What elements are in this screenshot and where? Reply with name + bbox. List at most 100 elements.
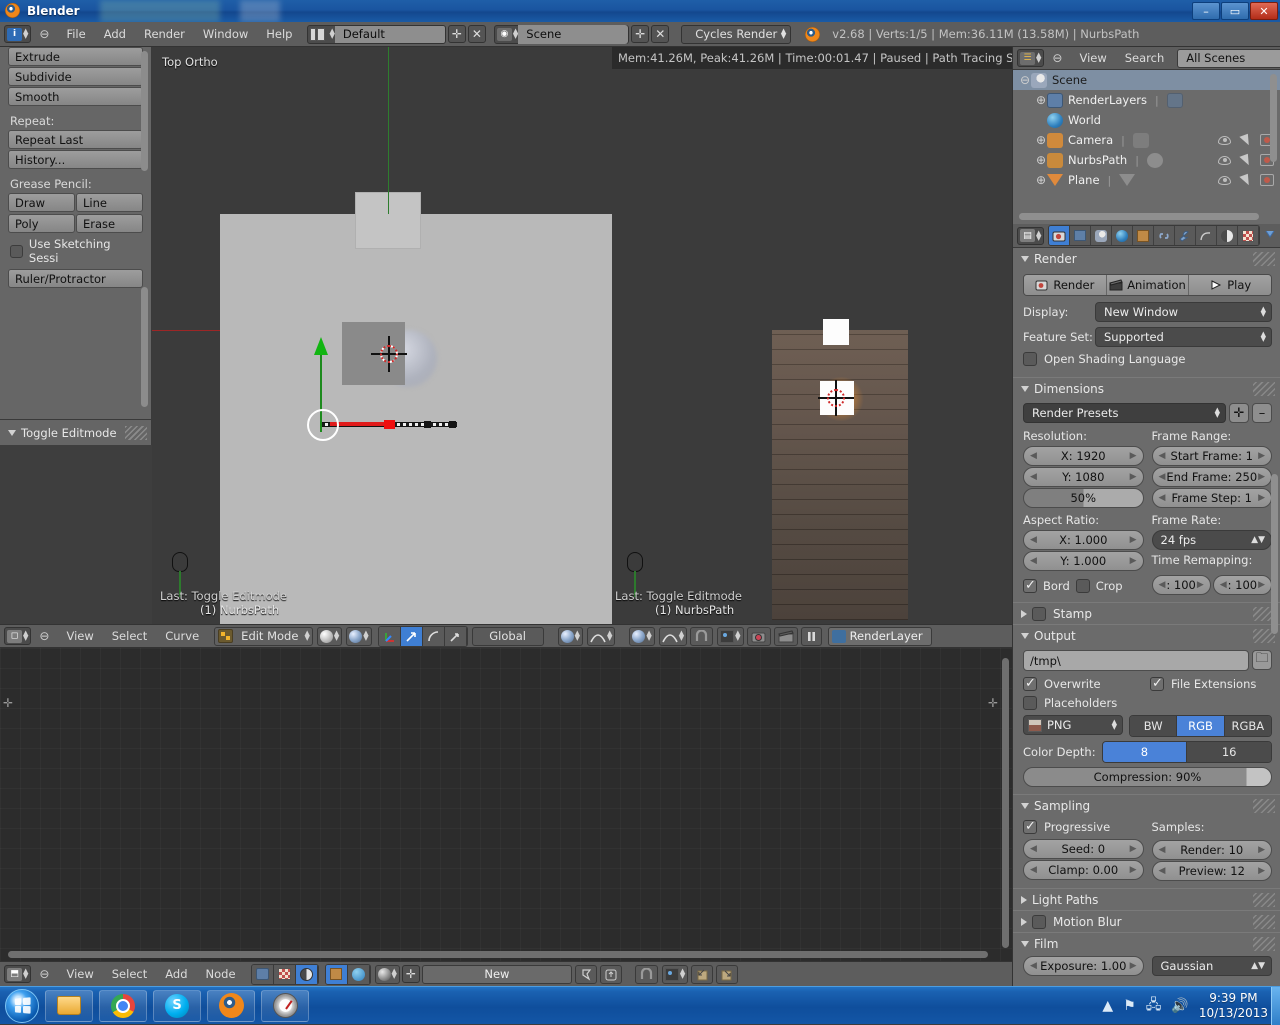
- lamp-object-icon[interactable]: [627, 552, 643, 597]
- tool-subdivide[interactable]: Subdivide: [8, 67, 143, 86]
- new-node-tree-plus-icon[interactable]: ✛: [401, 965, 420, 983]
- tool-ruler-protractor[interactable]: Ruler/Protractor: [8, 269, 143, 288]
- viewport-shading-selector[interactable]: ▲ ▼: [316, 626, 343, 646]
- pivot-point-selector[interactable]: ▲ ▼: [346, 626, 372, 646]
- viewport-editor-type-selector[interactable]: ◻ ▲ ▼: [4, 627, 32, 645]
- menu-help[interactable]: Help: [257, 27, 301, 41]
- seed-field[interactable]: ◀ Seed: 0 ▶: [1023, 839, 1144, 859]
- compression-slider[interactable]: Compression: 90%: [1023, 767, 1272, 787]
- control-point[interactable]: [449, 421, 456, 428]
- folder-icon[interactable]: 🗀: [1252, 650, 1272, 670]
- color-mode-rgba[interactable]: RGBA: [1224, 716, 1271, 736]
- node-menu-node[interactable]: Node: [197, 967, 245, 981]
- pin-node-tree-button[interactable]: [574, 964, 597, 984]
- color-depth-segment[interactable]: 8 16: [1101, 741, 1272, 763]
- render-layer-selector[interactable]: RenderLayer: [827, 626, 932, 646]
- play-render-button[interactable]: Play: [1189, 275, 1271, 295]
- resize-grip-icon[interactable]: [1253, 382, 1275, 396]
- taskbar-chrome[interactable]: [99, 989, 147, 1022]
- maximize-button[interactable]: ▭: [1221, 2, 1249, 20]
- tab-modifiers[interactable]: [1175, 226, 1197, 245]
- node-editor-type-selector[interactable]: ⬒ ▲ ▼: [4, 965, 32, 983]
- shader-nodes-icon[interactable]: [251, 964, 274, 984]
- node-menu-view[interactable]: View: [57, 967, 102, 981]
- outliner-hscrollbar[interactable]: [1019, 213, 1259, 220]
- preview-samples-field[interactable]: ◀ Preview: 12 ▶: [1151, 861, 1272, 881]
- gp-poly[interactable]: Poly: [8, 214, 75, 233]
- resolution-percent-slider[interactable]: 50%: [1023, 488, 1144, 508]
- menu-file[interactable]: File: [57, 27, 94, 41]
- node-toolbar-toggle-left[interactable]: ✛: [3, 696, 13, 710]
- file-format-select[interactable]: PNG ▲ ▼: [1023, 715, 1123, 735]
- control-point-selected[interactable]: [384, 420, 395, 429]
- outliner-editor-type-selector[interactable]: ☰ ▲ ▼: [1017, 49, 1045, 67]
- screen-layout-name[interactable]: Default: [334, 25, 445, 43]
- menu-render[interactable]: Render: [135, 27, 194, 41]
- render-image-button[interactable]: Render: [1024, 275, 1107, 295]
- collapse-menu-icon[interactable]: ⊖: [39, 27, 49, 41]
- border-checkbox[interactable]: [1023, 578, 1037, 593]
- expander-icon[interactable]: ⊕: [1035, 133, 1047, 147]
- world-context-icon[interactable]: [347, 964, 370, 984]
- outliner-scrollbar[interactable]: [1270, 74, 1277, 162]
- use-sketching-sessions-row[interactable]: Use Sketching Sessi: [10, 237, 143, 265]
- paste-button[interactable]: [716, 964, 739, 984]
- menu-add[interactable]: Add: [95, 27, 135, 41]
- properties-editor-type-selector[interactable]: ▤ ▲ ▼: [1017, 226, 1045, 245]
- render-animation-button[interactable]: Animation: [1106, 275, 1190, 295]
- node-tree-type-buttons[interactable]: [250, 963, 319, 985]
- resolution-y-field[interactable]: ◀ Y: 1080 ▶: [1023, 467, 1144, 487]
- selectability-arrow-icon[interactable]: [1239, 173, 1252, 187]
- node-editor-hscrollbar[interactable]: [8, 951, 988, 958]
- viewport-menu-select[interactable]: Select: [103, 629, 156, 643]
- minimize-button[interactable]: –: [1192, 2, 1220, 20]
- outliner-row-nurbspath[interactable]: ⊕ NurbsPath |: [1013, 150, 1280, 170]
- operator-panel[interactable]: Toggle Editmode: [0, 419, 152, 445]
- lamp-object-icon[interactable]: [172, 552, 188, 597]
- resize-grip-icon[interactable]: [1253, 893, 1275, 907]
- start-frame-field[interactable]: ◀ Start Frame: 1 ▶: [1151, 446, 1272, 466]
- scene-selector[interactable]: ◉ ▲ ▼ Scene: [493, 24, 630, 44]
- add-screen-button[interactable]: ✛: [447, 25, 466, 43]
- delete-scene-button[interactable]: ✕: [651, 25, 670, 43]
- render-buttons-row[interactable]: Render Animation Play: [1023, 274, 1272, 296]
- osl-row[interactable]: Open Shading Language: [1023, 352, 1272, 366]
- placeholders-checkbox[interactable]: [1023, 696, 1037, 710]
- render-image-button[interactable]: [746, 626, 771, 646]
- remap-new-field[interactable]: ◀: 100 ▶: [1212, 575, 1272, 595]
- tool-smooth[interactable]: Smooth: [8, 87, 143, 106]
- outliner-row-world[interactable]: World: [1013, 110, 1280, 130]
- display-mode-select[interactable]: New Window ▲ ▼: [1095, 302, 1272, 322]
- file-extensions-checkbox[interactable]: [1150, 676, 1164, 691]
- expander-icon[interactable]: ⊕: [1035, 93, 1047, 107]
- frame-step-field[interactable]: ◀ Frame Step: 1 ▶: [1151, 488, 1272, 508]
- translate-manipulator-icon[interactable]: [400, 626, 423, 646]
- toolshelf-scrollbar-top[interactable]: [141, 51, 148, 171]
- node-datablock-selector[interactable]: ▲ ▼: [374, 964, 400, 984]
- visibility-eye-icon[interactable]: [1218, 155, 1231, 165]
- film-exposure-field[interactable]: ◀ Exposure: 1.00 ▶: [1023, 956, 1144, 976]
- properties-tabs[interactable]: [1048, 225, 1261, 246]
- node-toolbar-toggle-right[interactable]: ✛: [988, 696, 998, 710]
- tab-object[interactable]: [1133, 226, 1155, 245]
- tab-renderlayers[interactable]: [1070, 226, 1092, 245]
- node-editor-canvas[interactable]: ✛ ✛: [0, 648, 1012, 961]
- panel-render-title[interactable]: Render: [1013, 248, 1280, 270]
- texture-nodes-icon[interactable]: [273, 964, 296, 984]
- resize-grip-icon[interactable]: [1253, 252, 1275, 266]
- output-path-field[interactable]: /tmp\: [1023, 650, 1249, 671]
- node-menu-add[interactable]: Add: [156, 967, 196, 981]
- panel-stamp-title[interactable]: Stamp: [1013, 602, 1280, 624]
- resize-grip-icon[interactable]: [1253, 937, 1275, 951]
- window-controls[interactable]: – ▭ ✕: [1192, 2, 1278, 20]
- selectability-arrow-icon[interactable]: [1239, 133, 1252, 147]
- taskbar-blender[interactable]: [207, 989, 255, 1022]
- nurbs-curve-selected-segment[interactable]: [330, 422, 392, 426]
- film-filter-select[interactable]: Gaussian ▲▼: [1151, 956, 1272, 976]
- expander-icon[interactable]: ⊖: [1019, 73, 1031, 87]
- remove-preset-button[interactable]: –: [1252, 403, 1272, 423]
- show-desktop-button[interactable]: [1271, 987, 1280, 1025]
- interaction-mode-selector[interactable]: Edit Mode ▲ ▼: [214, 626, 313, 646]
- clamp-field[interactable]: ◀ Clamp: 0.00 ▶: [1023, 860, 1144, 880]
- expander-icon[interactable]: ⊕: [1035, 153, 1047, 167]
